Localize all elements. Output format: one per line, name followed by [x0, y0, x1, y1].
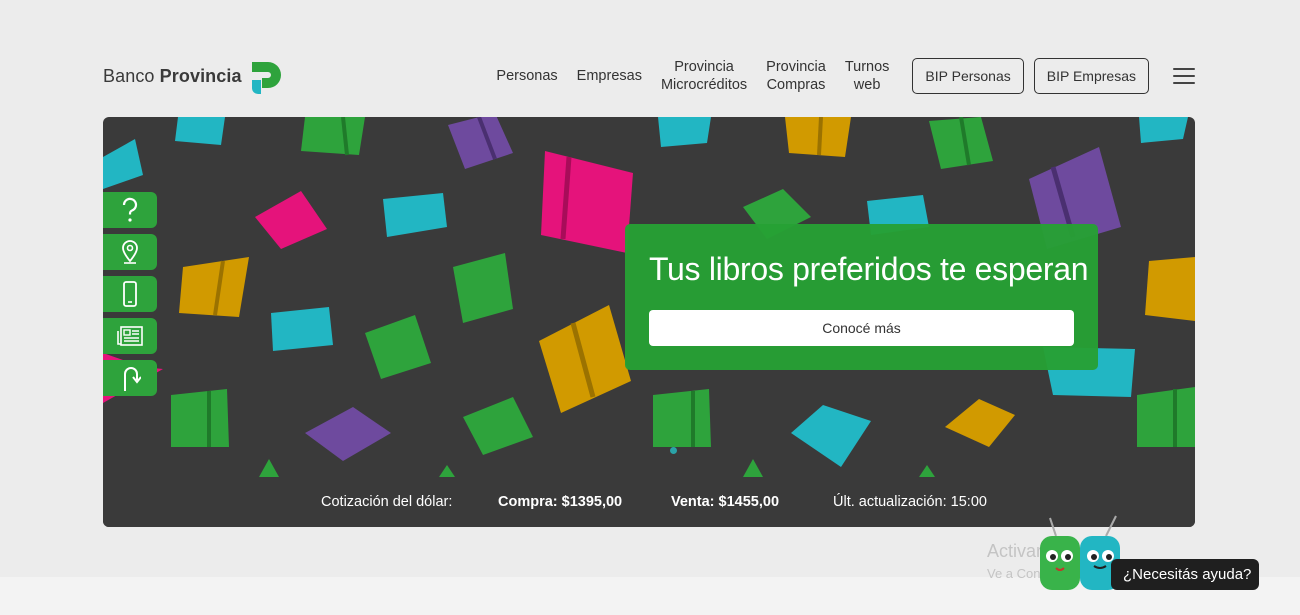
quote-buy: Compra: $1395,00 [498, 494, 623, 510]
help-chat-button[interactable]: ¿Necesitás ayuda? [1111, 559, 1260, 590]
nav-empresas[interactable]: Empresas [577, 67, 642, 85]
conoce-mas-button[interactable]: Conocé más [649, 310, 1074, 346]
side-news-button[interactable] [103, 318, 157, 354]
quote-sell: Venta: $1455,00 [671, 494, 780, 510]
dollar-quote-bar: Cotización del dólar: Compra: $1395,00 V… [103, 477, 1195, 527]
arrow-return-icon [124, 367, 141, 391]
nav-personas[interactable]: Personas [496, 67, 557, 85]
hamburger-icon[interactable] [1173, 68, 1195, 84]
bip-empresas-button[interactable]: BIP Empresas [1033, 58, 1149, 94]
carousel-dot[interactable] [670, 447, 677, 454]
side-return-button[interactable] [103, 360, 157, 396]
nav-compras[interactable]: Provincia Compras [766, 58, 826, 94]
newspaper-icon [117, 326, 143, 346]
question-icon [122, 197, 138, 222]
nav-microcreditos[interactable]: Provincia Microcréditos [661, 58, 747, 94]
quote-updated: Últ. actualización: 15:00 [833, 494, 987, 510]
site-header: Banco Provincia Personas Empresas Provin… [103, 55, 1195, 97]
side-location-button[interactable] [103, 234, 157, 270]
promo-title: Tus libros preferidos te esperan [649, 251, 1089, 287]
bip-personas-button[interactable]: BIP Personas [912, 58, 1024, 94]
location-pin-icon [122, 240, 138, 264]
bank-logo[interactable]: Banco Provincia [103, 58, 284, 94]
side-mobile-button[interactable] [103, 276, 157, 312]
promo-card: Tus libros preferidos te esperan Conocé … [625, 224, 1098, 370]
logo-text: Banco Provincia [103, 65, 242, 86]
hero-banner: Tus libros preferidos te esperan Conocé … [103, 117, 1195, 527]
nav-turnos-web[interactable]: Turnos web [845, 58, 890, 94]
mobile-phone-icon [123, 281, 137, 307]
main-nav: Personas Empresas Provincia Microcréditos… [496, 55, 1195, 97]
quote-label: Cotización del dólar: [321, 494, 453, 510]
side-toolbar [103, 192, 157, 402]
logo-mark-icon [251, 62, 281, 94]
side-help-button[interactable] [103, 192, 157, 228]
